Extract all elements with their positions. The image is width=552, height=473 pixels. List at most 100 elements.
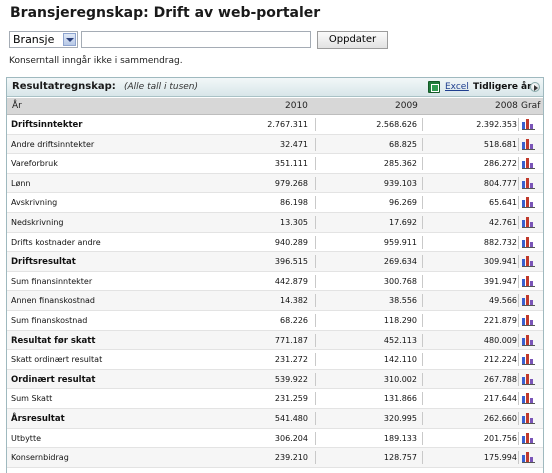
header-2009[interactable]: 2009 — [395, 101, 418, 111]
row-label: Driftsinntekter — [11, 120, 83, 130]
table-row: Utbytte 306.204 189.133 201.756 — [7, 429, 543, 449]
value-2009: 96.269 — [389, 198, 417, 208]
consolidation-note: Konserntall inngår ikke i sammendrag. — [9, 56, 183, 66]
bar-chart-icon[interactable] — [522, 393, 535, 405]
bar-chart-icon[interactable] — [522, 177, 535, 189]
value-2010: 14.382 — [280, 296, 308, 306]
value-2008: 217.644 — [483, 394, 517, 404]
column-divider — [422, 392, 423, 406]
value-2010: 32.471 — [280, 139, 308, 149]
column-divider — [518, 313, 519, 327]
excel-icon[interactable] — [428, 81, 440, 93]
table-row: Vareforbruk 351.111 285.362 286.272 — [7, 154, 543, 174]
value-2010: 771.187 — [274, 335, 308, 345]
column-divider — [422, 431, 423, 445]
value-2010: 940.289 — [274, 237, 308, 247]
bar-chart-icon[interactable] — [522, 432, 535, 444]
table-row: Sum finansinntekter 442.879 300.768 391.947 — [7, 272, 543, 292]
header-2008[interactable]: 2008 — [495, 101, 518, 111]
column-divider — [422, 137, 423, 151]
column-divider — [315, 137, 316, 151]
column-divider — [422, 411, 423, 425]
table-row: Ordinært resultat 539.922 310.002 267.788 — [7, 369, 543, 390]
bar-chart-icon[interactable] — [522, 138, 535, 150]
table-row: Driftsresultat 396.515 269.634 309.941 — [7, 252, 543, 272]
industry-select[interactable]: Bransje — [9, 31, 78, 48]
value-2008: 42.761 — [489, 217, 517, 227]
table-row: Årsresultat 541.480 320.995 262.660 — [7, 408, 543, 429]
bar-chart-icon[interactable] — [522, 119, 535, 130]
value-2010: 539.922 — [274, 374, 308, 384]
row-label: Sum finanskostnad — [11, 315, 88, 325]
value-2009: 320.995 — [383, 413, 417, 423]
row-label: Ordinært resultat — [11, 374, 96, 385]
column-divider — [315, 333, 316, 347]
row-label: Andre driftsinntekter — [11, 139, 95, 149]
column-divider — [422, 353, 423, 367]
bar-chart-icon[interactable] — [522, 216, 535, 228]
bar-chart-icon[interactable] — [522, 354, 535, 366]
column-divider — [518, 372, 519, 386]
bar-chart-icon[interactable] — [522, 334, 535, 346]
column-divider — [315, 372, 316, 386]
bar-chart-icon[interactable] — [522, 197, 535, 209]
chevron-down-icon[interactable] — [63, 33, 76, 46]
table-row: Konsernbidrag 239.210 128.757 175.994 — [7, 448, 543, 468]
value-2009: 269.634 — [383, 257, 417, 267]
value-2009: 68.825 — [389, 139, 417, 149]
column-divider — [422, 333, 423, 347]
bar-chart-icon[interactable] — [522, 452, 535, 464]
column-divider — [518, 274, 519, 288]
column-divider — [315, 176, 316, 190]
value-2009: 300.768 — [383, 276, 417, 286]
excel-link[interactable]: Excel — [445, 82, 469, 92]
bar-chart-icon[interactable] — [522, 158, 535, 170]
column-divider — [518, 196, 519, 210]
bar-chart-icon[interactable] — [522, 256, 535, 268]
update-button[interactable]: Oppdater — [317, 31, 388, 49]
table-row: Andre driftsinntekter 32.471 68.825 518.681 — [7, 134, 543, 155]
column-divider — [518, 294, 519, 308]
column-divider — [315, 196, 316, 210]
table-row: Skatt ordinært resultat 231.272 142.110 212… — [7, 350, 543, 370]
value-2009: 38.556 — [389, 296, 417, 306]
bar-chart-icon[interactable] — [522, 275, 535, 287]
column-divider — [422, 176, 423, 190]
column-divider — [422, 235, 423, 249]
bar-chart-icon[interactable] — [522, 314, 535, 326]
column-divider — [315, 215, 316, 229]
column-divider — [518, 118, 519, 131]
value-2008: 309.941 — [483, 257, 517, 267]
column-divider — [422, 118, 423, 131]
value-2008: 391.947 — [483, 276, 517, 286]
page-title: Bransjeregnskap: Drift av web-portaler — [10, 5, 321, 21]
arrow-right-circle-icon[interactable] — [530, 82, 540, 92]
panel-header: Resultatregnskap: (Alle tall i tusen) Ex… — [7, 78, 543, 97]
industry-select-value: Bransje — [13, 33, 55, 46]
value-2009: 17.692 — [389, 217, 417, 227]
column-divider — [422, 372, 423, 386]
search-input[interactable] — [81, 31, 311, 48]
column-divider — [422, 313, 423, 327]
header-year-label: År — [12, 101, 22, 111]
bar-chart-icon[interactable] — [522, 373, 535, 385]
value-2008: 480.009 — [483, 335, 517, 345]
bar-chart-icon[interactable] — [522, 236, 535, 248]
row-label: Drifts kostnader andre — [11, 237, 101, 247]
table-row: Resultat før skatt 771.187 452.113 480.009 — [7, 330, 543, 351]
bar-chart-icon[interactable] — [522, 295, 535, 307]
previous-years-link[interactable]: Tidligere år — [473, 82, 532, 92]
column-divider — [315, 274, 316, 288]
header-2010[interactable]: 2010 — [285, 101, 308, 111]
value-2010: 442.879 — [274, 276, 308, 286]
bar-chart-icon[interactable] — [522, 412, 535, 424]
column-divider — [422, 451, 423, 465]
value-2008: 2.392.353 — [476, 120, 517, 129]
row-label: Nedskrivning — [11, 217, 64, 227]
value-2009: 285.362 — [383, 159, 417, 169]
value-2009: 959.911 — [383, 237, 417, 247]
value-2008: 212.224 — [483, 355, 517, 365]
value-2010: 979.268 — [274, 178, 308, 188]
column-divider — [518, 215, 519, 229]
value-2009: 118.290 — [383, 315, 417, 325]
